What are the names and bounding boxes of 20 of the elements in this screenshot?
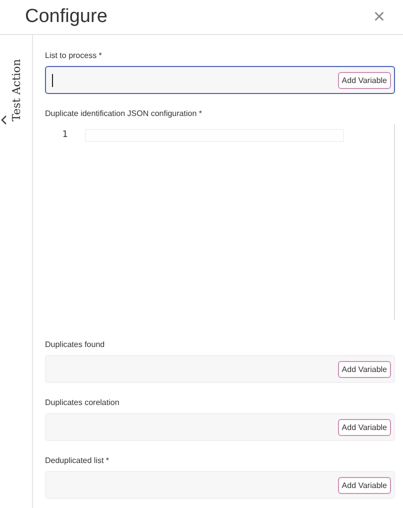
input-field[interactable]: Add Variable: [45, 355, 395, 383]
field-label: Duplicates corelation: [45, 398, 120, 407]
add-variable-button[interactable]: Add Variable: [338, 72, 391, 88]
line-number: 1: [61, 130, 69, 140]
dialog-title: Configure: [25, 6, 108, 28]
close-button[interactable]: ×: [369, 7, 389, 27]
field-label: Duplicates found: [45, 340, 106, 349]
input-field[interactable]: Add Variable: [45, 413, 395, 441]
input-field[interactable]: Add Variable: [45, 66, 395, 94]
field-label: Deduplicated list *: [45, 456, 110, 465]
chevron-left-icon[interactable]: [0, 115, 8, 125]
add-variable-button[interactable]: Add Variable: [338, 418, 391, 436]
add-variable-button[interactable]: Add Variable: [338, 476, 391, 494]
input-field[interactable]: Add Variable: [45, 471, 395, 499]
field-label: Duplicate identification JSON configuration *: [45, 109, 203, 118]
add-variable-button[interactable]: Add Variable: [338, 360, 391, 378]
text-cursor: [52, 74, 53, 86]
sidebar-tab[interactable]: Test Action: [10, 59, 22, 122]
field-label: List to process *: [45, 51, 103, 60]
code-editor[interactable]: 1: [45, 124, 395, 320]
